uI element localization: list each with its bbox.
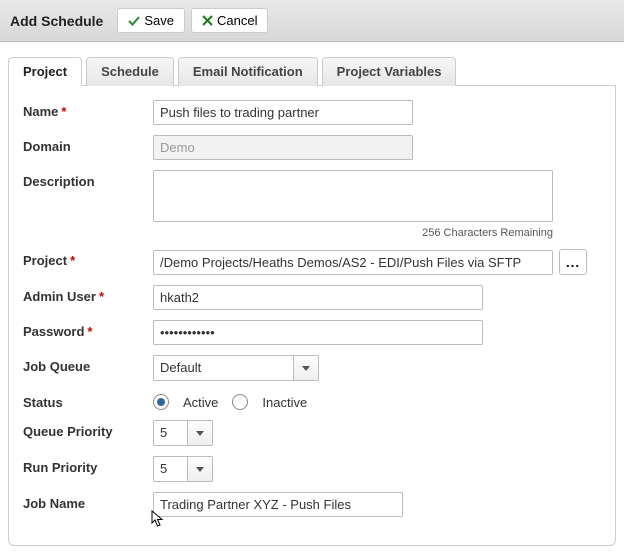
chevron-down-icon[interactable]: [187, 420, 213, 446]
save-button[interactable]: Save: [117, 8, 185, 33]
cancel-button[interactable]: Cancel: [191, 8, 268, 33]
status-inactive-label: Inactive: [262, 395, 307, 410]
label-project: Project*: [23, 249, 153, 268]
header-bar: Add Schedule Save Cancel: [0, 0, 624, 42]
job-name-input[interactable]: [153, 492, 403, 517]
tab-bar: Project Schedule Email Notification Proj…: [8, 56, 616, 86]
queue-priority-value: 5: [153, 420, 187, 446]
job-queue-select[interactable]: Default: [153, 355, 319, 381]
form-panel: Name* Domain Description 256 Characters …: [8, 86, 616, 546]
status-active-radio[interactable]: [153, 394, 169, 410]
password-input[interactable]: [153, 320, 483, 345]
job-queue-value: Default: [153, 355, 293, 381]
browse-project-button[interactable]: ...: [559, 249, 587, 275]
domain-input: [153, 135, 413, 160]
cancel-button-label: Cancel: [217, 13, 257, 28]
label-name: Name*: [23, 100, 153, 119]
chevron-down-icon[interactable]: [293, 355, 319, 381]
description-textarea[interactable]: [153, 170, 553, 222]
tab-project[interactable]: Project: [8, 57, 82, 86]
cursor-icon: [151, 510, 165, 528]
queue-priority-select[interactable]: 5: [153, 420, 213, 446]
label-admin-user: Admin User*: [23, 285, 153, 304]
check-icon: [128, 15, 140, 27]
tab-email-notification[interactable]: Email Notification: [178, 57, 318, 86]
status-inactive-radio[interactable]: [232, 394, 248, 410]
label-run-priority: Run Priority: [23, 456, 153, 475]
save-button-label: Save: [144, 13, 174, 28]
page-title: Add Schedule: [10, 13, 103, 29]
name-input[interactable]: [153, 100, 413, 125]
tab-schedule[interactable]: Schedule: [86, 57, 174, 86]
admin-user-input[interactable]: [153, 285, 483, 310]
label-description: Description: [23, 170, 153, 189]
chevron-down-icon[interactable]: [187, 456, 213, 482]
project-input[interactable]: [153, 250, 553, 275]
status-active-label: Active: [183, 395, 218, 410]
label-password: Password*: [23, 320, 153, 339]
label-job-queue: Job Queue: [23, 355, 153, 374]
run-priority-value: 5: [153, 456, 187, 482]
char-remaining: 256 Characters Remaining: [153, 227, 553, 239]
tab-project-variables[interactable]: Project Variables: [322, 57, 457, 86]
x-icon: [202, 15, 213, 26]
label-job-name: Job Name: [23, 492, 153, 511]
run-priority-select[interactable]: 5: [153, 456, 213, 482]
label-domain: Domain: [23, 135, 153, 154]
label-queue-priority: Queue Priority: [23, 420, 153, 439]
label-status: Status: [23, 391, 153, 410]
